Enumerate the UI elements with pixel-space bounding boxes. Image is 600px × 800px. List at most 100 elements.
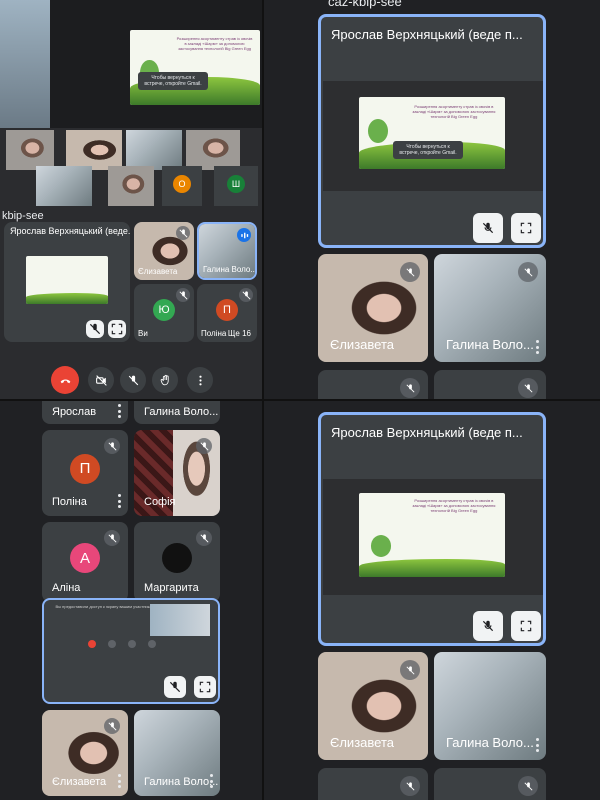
participant-name: Аліна [52,582,81,594]
participant-tile[interactable] [318,370,428,400]
mic-off-button[interactable] [120,367,146,393]
participant-tile[interactable]: Галина Воло... [434,254,546,362]
participant-menu-icon[interactable] [118,774,122,788]
more-participants-count[interactable]: Ще 16 [228,329,251,338]
mute-presenter-button[interactable] [473,611,503,641]
shared-screen: Розширення асортименту страв із овочів в… [323,81,543,191]
participant-name: Ярослав [52,406,97,418]
participant-tile[interactable]: А Аліна [42,522,128,602]
muted-mic-icon [400,262,420,282]
participant-name: Галина Воло... [446,735,534,750]
avatar: А [70,543,100,573]
meeting-code[interactable]: kbip-see [2,210,44,222]
quadrant-bottom-left: Ярослав Галина Воло... П Поліна Софія А … [0,400,263,800]
participant-tile[interactable]: П Поліна [42,430,128,516]
avatar: П [70,453,100,484]
muted-mic-icon [104,718,120,734]
camera-preview [0,0,50,128]
participant-tile[interactable]: Галина Воло... [434,652,546,760]
participant-tile[interactable]: Єлизавета [318,652,428,760]
slide-thumbnail: Розширення асортименту страв із овочів в… [130,30,260,105]
quadrant-bottom-right: Ярослав Верхняцький (веде п... Розширенн… [263,400,600,800]
slide: Розширення асортименту страв із овочів в… [359,493,505,577]
mute-presenter-button[interactable] [86,320,104,338]
participant-menu-icon[interactable] [118,494,122,508]
shared-desktop-screen: Розширення асортименту страв із овочів в… [50,0,263,128]
picture-in-picture-view[interactable]: Вы предоставили доступ к экрану вашим уч… [42,598,220,704]
strip-tile-avatar[interactable]: Ш [214,166,258,206]
presenter-tile[interactable]: Ярослав Верхняцький (веде п... Розширенн… [318,14,546,248]
participant-tile[interactable]: Єлизавета [318,254,428,362]
participant-tile-self[interactable]: Ю Ви [134,284,194,342]
participant-name: Маргарита [144,582,199,594]
screen-share-notice: Вы предоставили доступ к экрану вашим уч… [55,604,155,609]
camera-off-button[interactable] [88,367,114,393]
strip-tile[interactable] [108,166,154,206]
speaking-icon [237,228,251,242]
quadrant-top-left: Розширення асортименту страв із овочів в… [0,0,263,400]
muted-mic-icon [518,776,538,796]
participant-name: Єлизавета [330,735,394,750]
muted-mic-icon [518,262,538,282]
avatar: Ю [153,299,175,322]
avatar [162,543,192,573]
strip-tile[interactable] [6,130,54,170]
presenter-name: Ярослав Верхняцький (веде п... [331,425,523,440]
fullscreen-button[interactable] [511,611,541,641]
muted-mic-icon [196,530,212,546]
participant-tile[interactable]: Галина Воло... [134,710,220,796]
participant-tile[interactable]: Галина Воло... [134,400,220,424]
participant-tile[interactable]: Галина Воло... [197,222,257,280]
more-options-button[interactable] [187,367,213,393]
fullscreen-button[interactable] [511,213,541,243]
strip-tile[interactable] [186,130,240,170]
gmail-toast: Чтобы вернуться к встрече, откройте Gmai… [393,141,463,159]
strip-tile-avatar[interactable]: О [162,166,202,206]
participant-menu-icon[interactable] [118,404,122,418]
participant-tile[interactable] [434,370,546,400]
presenter-slide [26,256,108,304]
strip-tile[interactable] [36,166,92,206]
raise-hand-button[interactable] [152,367,178,393]
fullscreen-button[interactable] [108,320,126,338]
participant-tile[interactable] [318,768,428,800]
hang-up-button[interactable] [51,366,79,394]
mute-presenter-button[interactable] [473,213,503,243]
participant-tile[interactable]: Софія [134,430,220,516]
presenter-name: Ярослав Верхняцький (веде... [10,226,130,236]
presenter-tile[interactable]: Ярослав Верхняцький (веде п... Розширенн… [318,412,546,646]
participant-name: Поліна [52,496,87,508]
participant-name: Ви [138,329,148,338]
participant-menu-icon[interactable] [536,738,540,752]
participant-name: Галина Воло... [144,406,219,418]
participant-name: Єлизавета [138,267,178,276]
participant-tile[interactable]: Ярослав [42,400,128,424]
strip-tile[interactable] [126,130,182,170]
fullscreen-button[interactable] [194,676,216,698]
participant-tile[interactable]: Єлизавета [42,710,128,796]
presenter-name: Ярослав Верхняцький (веде п... [331,27,523,42]
gmail-toast: Чтобы вернуться к встрече, откройте Gmai… [138,72,208,90]
muted-mic-icon [104,530,120,546]
quadrant-top-right: caz-kbip-see Ярослав Верхняцький (веде п… [263,0,600,400]
strip-tile[interactable] [66,130,122,170]
participant-tile[interactable] [434,768,546,800]
participant-name: Софія [144,496,176,508]
participant-tile[interactable]: Маргарита [134,522,220,602]
muted-mic-icon [400,660,420,680]
presenter-tile[interactable]: Ярослав Верхняцький (веде... [4,222,130,342]
pip-thumbnails [150,604,210,636]
meeting-header-code[interactable]: caz-kbip-see [328,0,402,9]
participant-menu-icon[interactable] [210,774,214,788]
muted-mic-icon [176,288,190,302]
participant-name: Галина Воло... [446,337,534,352]
muted-mic-icon [518,378,538,398]
avatar: О [173,175,191,193]
participant-tile[interactable]: П Поліна Ще 16 [197,284,257,342]
muted-mic-icon [176,226,190,240]
participant-name: Єлизавета [330,337,394,352]
participant-tile[interactable]: Єлизавета [134,222,194,280]
mute-pip-button[interactable] [164,676,186,698]
participant-menu-icon[interactable] [536,340,540,354]
muted-mic-icon [104,438,120,454]
